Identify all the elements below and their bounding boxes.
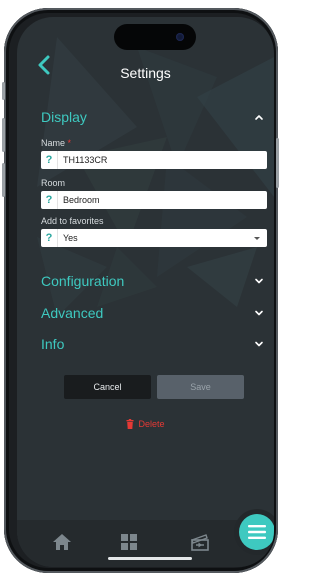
trash-icon: [126, 419, 134, 429]
save-button[interactable]: Save: [157, 375, 244, 399]
room-value[interactable]: Bedroom: [58, 195, 267, 205]
chevron-up-icon: [255, 115, 263, 120]
chevron-down-icon: [255, 341, 263, 347]
help-icon[interactable]: ?: [41, 151, 58, 169]
help-icon[interactable]: ?: [41, 191, 58, 209]
help-icon[interactable]: ?: [41, 229, 58, 247]
app-screen: Settings Display Name * ? TH1133CR Room …: [17, 17, 274, 567]
favorites-select[interactable]: ? Yes: [41, 229, 267, 247]
favorites-label: Add to favorites: [41, 216, 104, 226]
section-info-label: Info: [41, 336, 65, 352]
home-icon[interactable]: [51, 531, 73, 553]
background-pattern: [37, 37, 274, 317]
page-title: Settings: [120, 65, 171, 81]
dynamic-island: [114, 24, 196, 50]
volume-down-button: [2, 163, 5, 197]
grid-icon[interactable]: [118, 531, 140, 553]
section-configuration-label: Configuration: [41, 273, 125, 289]
volume-up-button: [2, 118, 5, 152]
home-indicator[interactable]: [108, 557, 192, 560]
section-display-header[interactable]: Display: [41, 107, 264, 127]
required-mark: *: [67, 138, 72, 148]
cancel-button[interactable]: Cancel: [64, 375, 151, 399]
name-label-text: Name: [41, 138, 66, 148]
favorites-value[interactable]: Yes: [58, 233, 251, 243]
name-value[interactable]: TH1133CR: [58, 155, 267, 165]
menu-button[interactable]: [239, 514, 274, 550]
chevron-down-icon: [255, 278, 263, 284]
room-label: Room: [41, 178, 66, 188]
menu-icon: [248, 525, 266, 539]
camera-icon: [176, 33, 184, 41]
delete-label: Delete: [138, 419, 165, 429]
delete-button[interactable]: Delete: [17, 419, 274, 429]
section-display-label: Display: [41, 109, 87, 125]
section-advanced-header[interactable]: Advanced: [41, 303, 264, 323]
name-label: Name *: [41, 138, 71, 148]
caret-down-icon: [254, 237, 260, 240]
section-configuration-header[interactable]: Configuration: [41, 271, 264, 291]
name-field[interactable]: ? TH1133CR: [41, 151, 267, 169]
power-button: [276, 138, 279, 188]
chevron-down-icon: [255, 310, 263, 316]
clapperboard-icon[interactable]: [189, 531, 211, 553]
room-field[interactable]: ? Bedroom: [41, 191, 267, 209]
section-advanced-label: Advanced: [41, 305, 104, 321]
silent-switch: [2, 82, 5, 100]
section-info-header[interactable]: Info: [41, 334, 264, 354]
